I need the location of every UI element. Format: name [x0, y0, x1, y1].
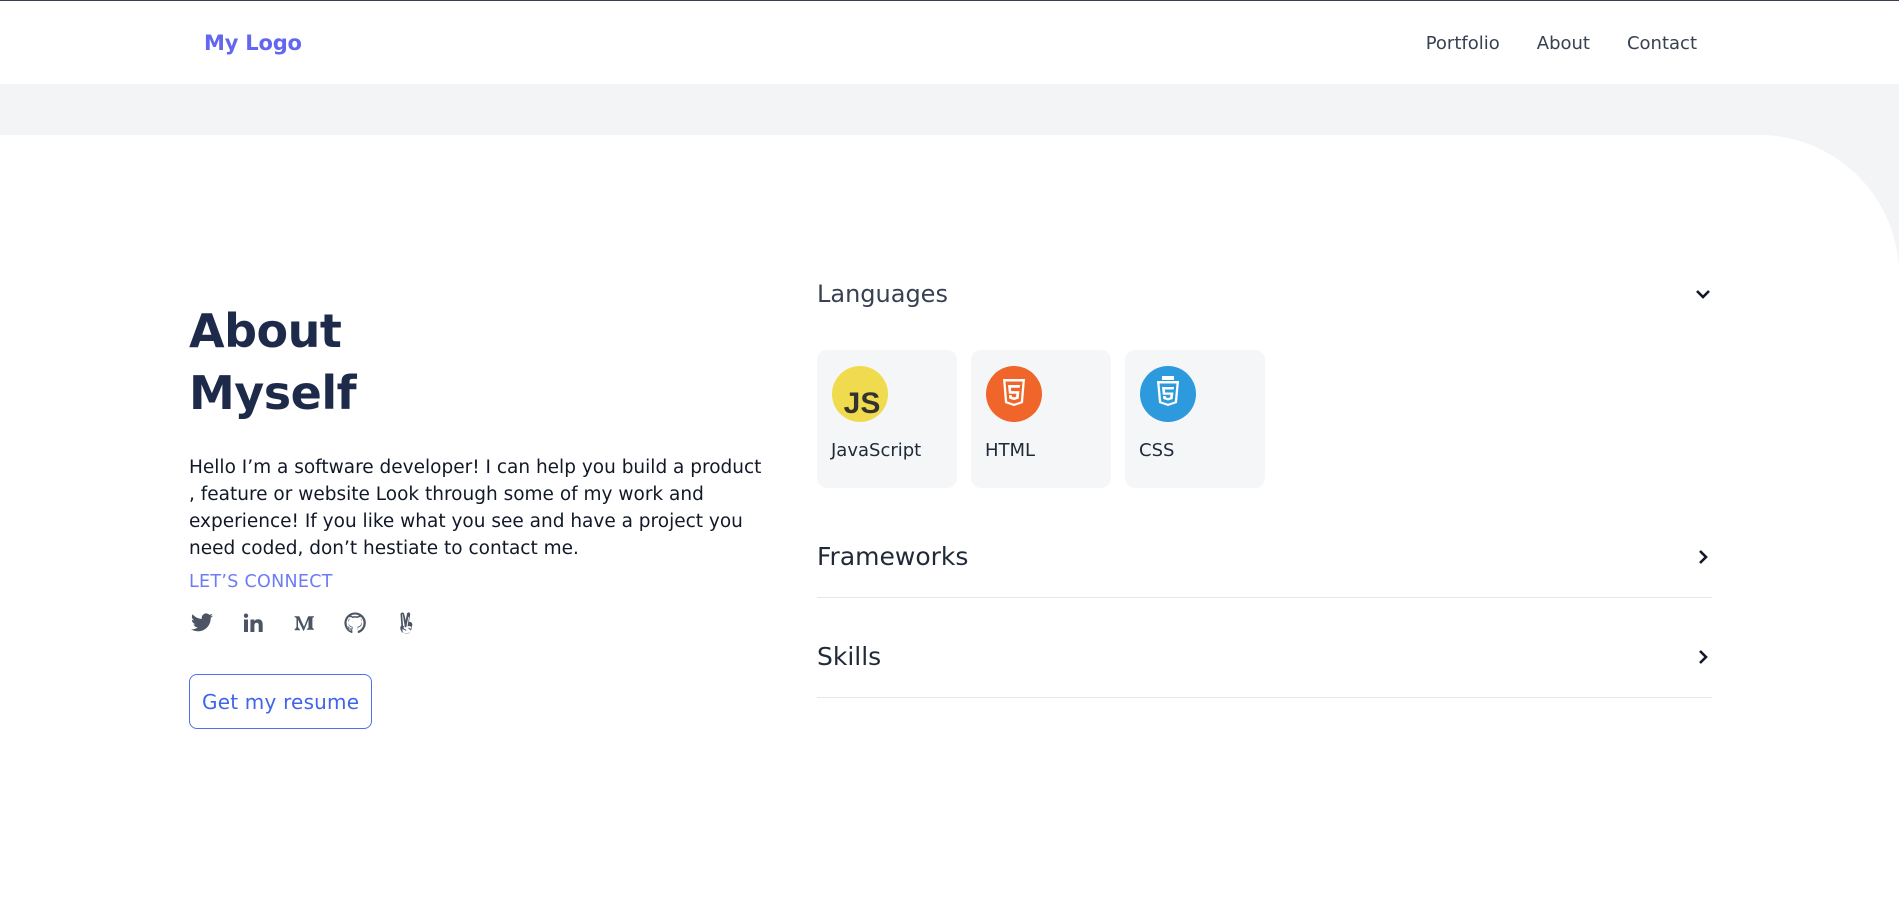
nav-contact[interactable]: Contact [1627, 33, 1697, 54]
skills-accordion: Languages JS JavaScript HTML CSS Framewo… [817, 280, 1712, 698]
card-label: CSS [1139, 440, 1175, 461]
css3-icon [1140, 366, 1196, 422]
html5-icon [986, 366, 1042, 422]
javascript-icon: JS [832, 366, 888, 422]
connect-label: LET’S CONNECT [189, 572, 333, 592]
twitter-icon[interactable] [189, 610, 214, 635]
card-label: JavaScript [831, 440, 922, 461]
chevron-right-icon [1699, 649, 1708, 664]
svg-text:JS: JS [844, 387, 881, 420]
card-label: HTML [985, 440, 1036, 461]
bio-text: Hello I’m a software developer! I can he… [189, 457, 762, 559]
main-nav: Portfolio About Contact [1426, 33, 1697, 54]
card-css[interactable]: CSS [1125, 350, 1265, 488]
site-header: My Logo Portfolio About Contact [0, 1, 1899, 84]
title-line-1: About [189, 304, 342, 358]
chevron-right-icon [1699, 549, 1708, 564]
languages-label: Languages [817, 280, 948, 308]
peace-hand-icon[interactable] [393, 610, 418, 635]
languages-header[interactable]: Languages [817, 280, 1712, 308]
chevron-down-icon [1696, 290, 1710, 299]
frameworks-label: Frameworks [817, 542, 969, 571]
skills-label: Skills [817, 642, 882, 671]
github-icon[interactable] [342, 610, 367, 635]
logo[interactable]: My Logo [204, 31, 302, 55]
social-links [189, 610, 779, 635]
linkedin-icon[interactable] [240, 610, 265, 635]
title-line-2: Myself [189, 366, 357, 420]
nav-about[interactable]: About [1537, 33, 1590, 54]
page-title: About Myself [189, 300, 779, 424]
about-intro: About Myself Hello I’m a software develo… [189, 300, 779, 729]
medium-icon[interactable] [291, 610, 316, 635]
about-section: About Myself Hello I’m a software develo… [0, 135, 1899, 907]
card-html[interactable]: HTML [971, 350, 1111, 488]
language-cards: JS JavaScript HTML CSS [817, 350, 1712, 488]
card-javascript[interactable]: JS JavaScript [817, 350, 957, 488]
frameworks-header[interactable]: Frameworks [817, 542, 1712, 598]
skills-header[interactable]: Skills [817, 642, 1712, 698]
nav-portfolio[interactable]: Portfolio [1426, 33, 1500, 54]
get-resume-button[interactable]: Get my resume [189, 674, 373, 729]
